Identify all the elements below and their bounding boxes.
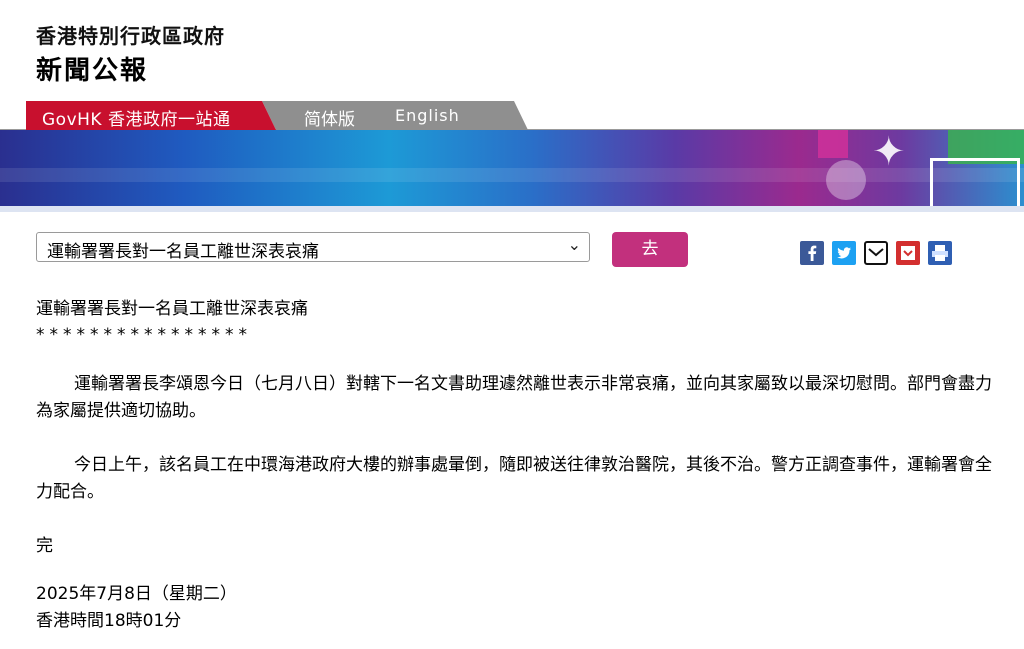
article-end-mark: 完	[36, 536, 53, 556]
banner-decoration	[930, 158, 1020, 206]
site-title: 香港特別行政區政府	[36, 24, 225, 48]
simplified-chinese-link[interactable]: 简体版	[304, 105, 355, 130]
article-time: 香港時間18時01分	[36, 611, 182, 631]
article-separator: ****************	[36, 325, 252, 345]
pdf-icon	[895, 240, 920, 265]
email-icon	[863, 240, 888, 265]
print-icon	[927, 240, 952, 265]
pdf-download-button[interactable]	[895, 240, 920, 265]
article-date: 2025年7月8日（星期二）	[36, 584, 237, 604]
banner-decoration	[818, 130, 848, 158]
facebook-icon	[799, 240, 824, 265]
site-subtitle: 新聞公報	[36, 56, 149, 86]
header-banner: ✦	[0, 130, 1024, 206]
twitter-share-button[interactable]	[831, 240, 856, 265]
email-share-button[interactable]	[863, 240, 888, 265]
english-link[interactable]: English	[395, 106, 460, 125]
language-tabs: 简体版 English	[262, 101, 528, 130]
headline-select-value: 運輸署署長對一名員工離世深表哀痛	[47, 242, 319, 262]
govhk-label: GovHK 香港政府一站通	[42, 110, 231, 130]
sparkle-icon: ✦	[872, 130, 906, 175]
banner-decoration	[826, 160, 866, 200]
headline-select[interactable]: 運輸署署長對一名員工離世深表哀痛 ⌄	[36, 232, 590, 262]
article-paragraph: 運輸署署長李頌恩今日（七月八日）對轄下一名文書助理遽然離世表示非常哀痛，並向其家…	[36, 374, 992, 421]
top-nav: 简体版 English GovHK 香港政府一站通	[0, 101, 1024, 130]
banner-divider	[0, 206, 1024, 212]
chevron-down-icon: ⌄	[567, 235, 581, 254]
go-button[interactable]: 去	[612, 232, 688, 267]
article-paragraph: 今日上午，該名員工在中環海港政府大樓的辦事處暈倒，隨即被送往律敦治醫院，其後不治…	[36, 455, 992, 502]
print-button[interactable]	[927, 240, 952, 265]
article-title: 運輸署署長對一名員工離世深表哀痛	[36, 299, 308, 319]
twitter-icon	[831, 240, 856, 265]
facebook-share-button[interactable]	[799, 240, 824, 265]
banner-band	[0, 168, 1024, 182]
govhk-link[interactable]: GovHK 香港政府一站通	[26, 101, 276, 130]
